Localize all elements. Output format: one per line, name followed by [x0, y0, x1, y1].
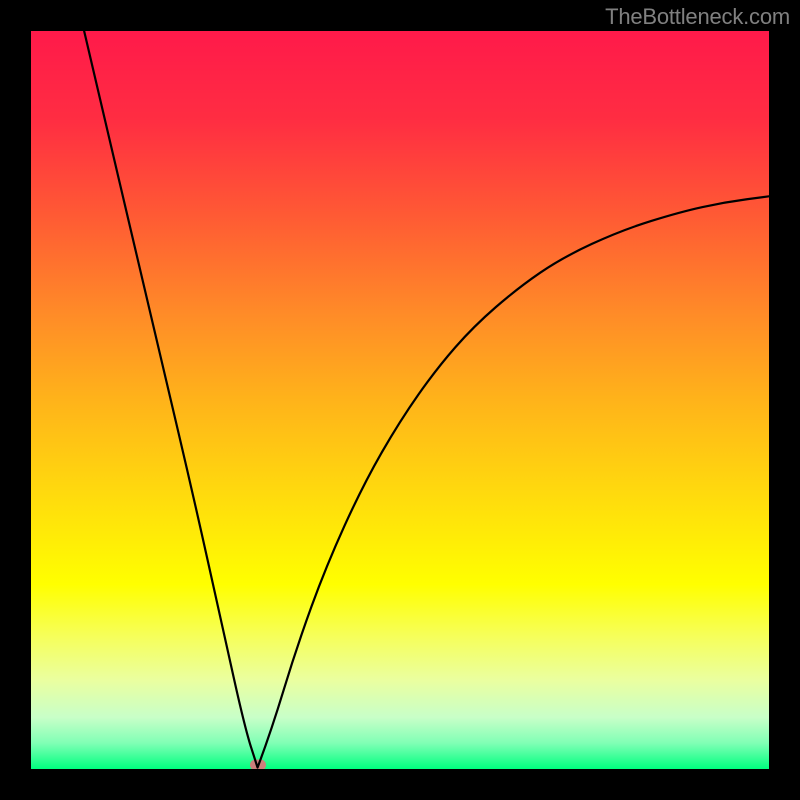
watermark-text: TheBottleneck.com — [605, 4, 790, 30]
chart-frame: TheBottleneck.com — [0, 0, 800, 800]
plot-area — [31, 31, 769, 769]
bottleneck-curve — [31, 31, 769, 769]
